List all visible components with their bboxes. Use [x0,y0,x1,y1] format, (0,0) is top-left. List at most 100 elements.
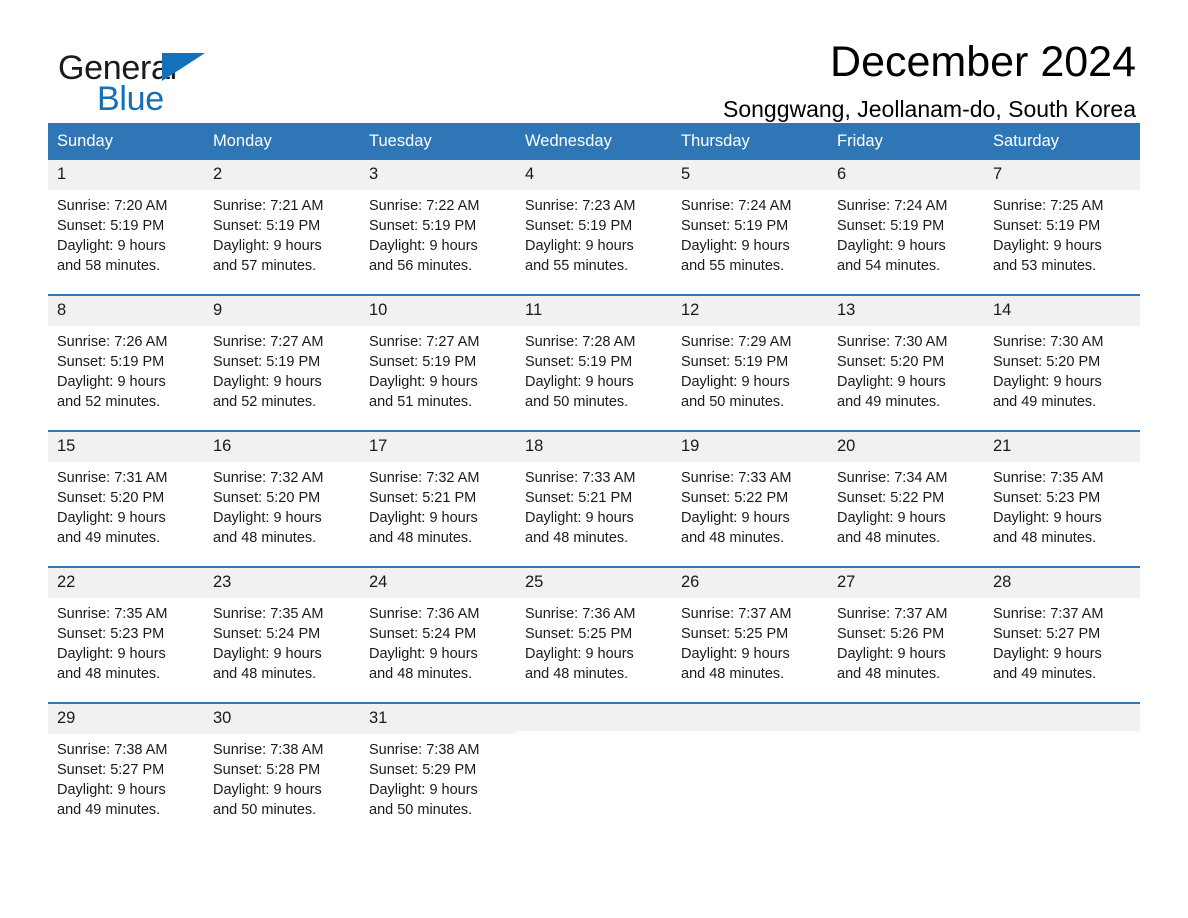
sunset-text: Sunset: 5:20 PM [837,353,945,370]
day-number: 14 [984,295,1140,326]
weekday-header-saturday: Saturday [993,132,1060,150]
sunset-text: Sunset: 5:24 PM [213,625,321,642]
day-cell[interactable]: 12 Sunrise: 7:29 AM Sunset: 5:19 PM Dayl… [672,295,828,422]
day-cell[interactable]: 30 Sunrise: 7:38 AM Sunset: 5:28 PM Dayl… [204,703,360,830]
day-cell[interactable]: 16 Sunrise: 7:32 AM Sunset: 5:20 PM Dayl… [204,431,360,558]
daylight-text-line1: Daylight: 9 hours [837,645,946,662]
weekday-header-monday: Monday [213,132,272,150]
day-cell[interactable]: 22 Sunrise: 7:35 AM Sunset: 5:23 PM Dayl… [48,567,204,694]
sunset-text: Sunset: 5:20 PM [993,353,1101,370]
week-row: 1 Sunrise: 7:20 AM Sunset: 5:19 PM Dayli… [48,159,1140,286]
day-cell[interactable]: 18 Sunrise: 7:33 AM Sunset: 5:21 PM Dayl… [516,431,672,558]
sunset-text: Sunset: 5:25 PM [525,625,633,642]
day-cell[interactable]: 7 Sunrise: 7:25 AM Sunset: 5:19 PM Dayli… [984,159,1140,286]
day-cell[interactable]: 11 Sunrise: 7:28 AM Sunset: 5:19 PM Dayl… [516,295,672,422]
day-cell[interactable]: 4 Sunrise: 7:23 AM Sunset: 5:19 PM Dayli… [516,159,672,286]
daylight-text-line1: Daylight: 9 hours [213,509,322,526]
daylight-text-line1: Daylight: 9 hours [837,237,946,254]
daylight-text-line1: Daylight: 9 hours [525,509,634,526]
day-cell[interactable]: 3 Sunrise: 7:22 AM Sunset: 5:19 PM Dayli… [360,159,516,286]
sunset-text: Sunset: 5:22 PM [837,489,945,506]
calendar-page: General Blue December 2024 Songgwang, Je… [0,0,1188,918]
sunrise-text: Sunrise: 7:35 AM [213,605,324,622]
daylight-text-line2: and 48 minutes. [525,529,629,546]
day-number: 28 [984,567,1140,598]
day-cell[interactable]: 20 Sunrise: 7:34 AM Sunset: 5:22 PM Dayl… [828,431,984,558]
sunset-text: Sunset: 5:27 PM [993,625,1101,642]
day-cell[interactable]: 24 Sunrise: 7:36 AM Sunset: 5:24 PM Dayl… [360,567,516,694]
day-cell[interactable]: 14 Sunrise: 7:30 AM Sunset: 5:20 PM Dayl… [984,295,1140,422]
day-number: 20 [828,431,984,462]
daylight-text-line1: Daylight: 9 hours [369,781,478,798]
day-cell[interactable]: 27 Sunrise: 7:37 AM Sunset: 5:26 PM Dayl… [828,567,984,694]
day-number: 16 [204,431,360,462]
day-cell[interactable]: 21 Sunrise: 7:35 AM Sunset: 5:23 PM Dayl… [984,431,1140,558]
week-row: 8 Sunrise: 7:26 AM Sunset: 5:19 PM Dayli… [48,293,1140,422]
day-number: 21 [984,431,1140,462]
day-details: Sunrise: 7:36 AM Sunset: 5:24 PM Dayligh… [360,598,516,684]
daylight-text-line2: and 52 minutes. [57,393,161,410]
day-cell[interactable]: 25 Sunrise: 7:36 AM Sunset: 5:25 PM Dayl… [516,567,672,694]
daylight-text-line2: and 48 minutes. [681,529,785,546]
day-cell[interactable]: 19 Sunrise: 7:33 AM Sunset: 5:22 PM Dayl… [672,431,828,558]
day-cell[interactable]: 6 Sunrise: 7:24 AM Sunset: 5:19 PM Dayli… [828,159,984,286]
day-details: Sunrise: 7:33 AM Sunset: 5:22 PM Dayligh… [672,462,828,548]
day-number: 15 [48,431,204,462]
day-details: Sunrise: 7:35 AM Sunset: 5:23 PM Dayligh… [984,462,1140,548]
daylight-text-line1: Daylight: 9 hours [57,373,166,390]
day-cell[interactable]: 29 Sunrise: 7:38 AM Sunset: 5:27 PM Dayl… [48,703,204,830]
daylight-text-line2: and 49 minutes. [993,665,1097,682]
sunrise-text: Sunrise: 7:33 AM [525,469,636,486]
sunrise-text: Sunrise: 7:24 AM [837,197,948,214]
day-cell[interactable]: 15 Sunrise: 7:31 AM Sunset: 5:20 PM Dayl… [48,431,204,558]
day-cell[interactable]: 2 Sunrise: 7:21 AM Sunset: 5:19 PM Dayli… [204,159,360,286]
daylight-text-line1: Daylight: 9 hours [525,373,634,390]
day-details: Sunrise: 7:28 AM Sunset: 5:19 PM Dayligh… [516,326,672,412]
day-cell[interactable]: 13 Sunrise: 7:30 AM Sunset: 5:20 PM Dayl… [828,295,984,422]
day-cell[interactable]: 9 Sunrise: 7:27 AM Sunset: 5:19 PM Dayli… [204,295,360,422]
sunset-text: Sunset: 5:19 PM [369,217,477,234]
daylight-text-line1: Daylight: 9 hours [993,645,1102,662]
generalblue-logo[interactable]: General Blue [58,40,208,116]
day-cell[interactable]: 28 Sunrise: 7:37 AM Sunset: 5:27 PM Dayl… [984,567,1140,694]
sunset-text: Sunset: 5:20 PM [57,489,165,506]
day-cell[interactable]: 10 Sunrise: 7:27 AM Sunset: 5:19 PM Dayl… [360,295,516,422]
day-cell[interactable]: 31 Sunrise: 7:38 AM Sunset: 5:29 PM Dayl… [360,703,516,830]
daylight-text-line1: Daylight: 9 hours [993,373,1102,390]
sunrise-text: Sunrise: 7:35 AM [57,605,168,622]
sunrise-text: Sunrise: 7:26 AM [57,333,168,350]
day-cell[interactable]: 8 Sunrise: 7:26 AM Sunset: 5:19 PM Dayli… [48,295,204,422]
sunrise-text: Sunrise: 7:38 AM [57,741,168,758]
day-details: Sunrise: 7:27 AM Sunset: 5:19 PM Dayligh… [204,326,360,412]
weekday-header-wednesday: Wednesday [525,132,612,150]
day-cell[interactable]: 23 Sunrise: 7:35 AM Sunset: 5:24 PM Dayl… [204,567,360,694]
sunset-text: Sunset: 5:25 PM [681,625,789,642]
day-details: Sunrise: 7:37 AM Sunset: 5:26 PM Dayligh… [828,598,984,684]
day-number: 2 [204,159,360,190]
day-details: Sunrise: 7:37 AM Sunset: 5:27 PM Dayligh… [984,598,1140,684]
weekday-header-tuesday: Tuesday [369,132,432,150]
sunrise-text: Sunrise: 7:36 AM [525,605,636,622]
day-cell[interactable]: 26 Sunrise: 7:37 AM Sunset: 5:25 PM Dayl… [672,567,828,694]
daylight-text-line2: and 56 minutes. [369,257,473,274]
daylight-text-line1: Daylight: 9 hours [369,645,478,662]
week-row: 22 Sunrise: 7:35 AM Sunset: 5:23 PM Dayl… [48,565,1140,694]
daylight-text-line1: Daylight: 9 hours [57,781,166,798]
day-number: 31 [360,703,516,734]
day-details: Sunrise: 7:30 AM Sunset: 5:20 PM Dayligh… [984,326,1140,412]
day-number [984,703,1140,731]
sunset-text: Sunset: 5:19 PM [837,217,945,234]
day-cell[interactable]: 1 Sunrise: 7:20 AM Sunset: 5:19 PM Dayli… [48,159,204,286]
day-cell[interactable]: 17 Sunrise: 7:32 AM Sunset: 5:21 PM Dayl… [360,431,516,558]
day-details: Sunrise: 7:38 AM Sunset: 5:28 PM Dayligh… [204,734,360,820]
daylight-text-line1: Daylight: 9 hours [369,373,478,390]
day-number: 7 [984,159,1140,190]
day-cell[interactable]: 5 Sunrise: 7:24 AM Sunset: 5:19 PM Dayli… [672,159,828,286]
day-number: 8 [48,295,204,326]
day-number: 13 [828,295,984,326]
daylight-text-line1: Daylight: 9 hours [213,373,322,390]
sunrise-text: Sunrise: 7:29 AM [681,333,792,350]
sunrise-text: Sunrise: 7:33 AM [681,469,792,486]
sunrise-text: Sunrise: 7:36 AM [369,605,480,622]
daylight-text-line1: Daylight: 9 hours [993,237,1102,254]
